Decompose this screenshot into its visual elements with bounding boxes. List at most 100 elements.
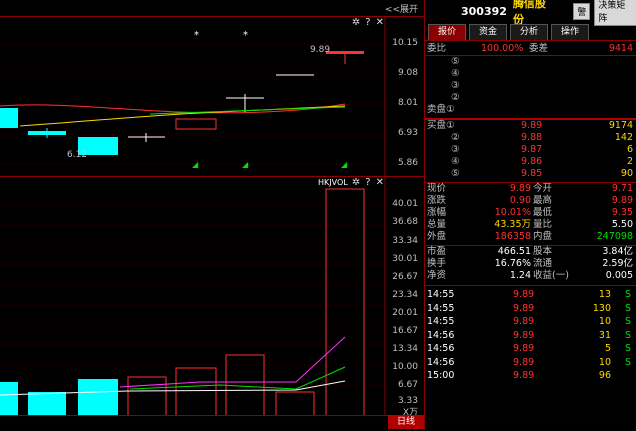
sell-level-label: ② xyxy=(451,92,460,103)
tick-price: 9.89 xyxy=(513,370,535,381)
indicator-name: HKJVOL xyxy=(318,178,348,187)
sell-row[interactable]: ⑤ xyxy=(425,56,636,68)
buy-volume: 6 xyxy=(626,144,633,155)
tick-volume: 130 xyxy=(592,302,611,314)
stock-name: 腾信股份 xyxy=(512,0,546,26)
stat-value: 5.50 xyxy=(611,219,633,230)
candle xyxy=(0,108,18,128)
tick-time: 14:55 xyxy=(427,302,455,314)
stat-label: 收益(一) xyxy=(533,270,569,281)
high-price-label: 9.89 xyxy=(310,45,331,55)
gear-icon[interactable]: ✲ xyxy=(352,177,360,188)
stat-label: 市盈 xyxy=(427,246,447,257)
buy-price: 9.89 xyxy=(521,120,543,131)
close-icon[interactable]: ✕ xyxy=(376,177,384,188)
stat-value: 0.90 xyxy=(509,195,531,206)
tick-flag: S xyxy=(624,329,631,341)
tick-volume: 31 xyxy=(598,329,611,341)
stat-label: 现价 xyxy=(427,183,447,194)
stat-value: 247098 xyxy=(596,231,633,242)
candle xyxy=(326,51,364,54)
tick-row: 14:56 9.89 31 S xyxy=(425,329,636,343)
tick-price: 9.89 xyxy=(513,343,535,354)
alert-button[interactable]: 警 xyxy=(573,2,591,20)
tab-analysis[interactable]: 分析 xyxy=(510,24,549,40)
stock-header: 300392 腾信股份 警 决策矩阵 xyxy=(425,0,636,26)
stat-value: 9.89 xyxy=(509,183,531,194)
tick-row: 14:55 9.89 10 S xyxy=(425,315,636,329)
price-axis-label: 9.08 xyxy=(397,68,418,78)
tick-time: 14:56 xyxy=(427,343,455,354)
quote-panel: 300392 腾信股份 警 决策矩阵 报价 资金 分析 操作 委比 100.00… xyxy=(424,0,636,430)
buy-volume: 142 xyxy=(614,132,633,143)
stat-label: 今开 xyxy=(533,183,553,194)
volume-bar xyxy=(325,188,365,417)
volume-axis-label: 26.67 xyxy=(392,272,418,282)
signal-arrow: ◢ xyxy=(242,160,249,169)
tick-price: 9.89 xyxy=(513,316,535,327)
buy-row[interactable]: ⑤ 9.85 90 xyxy=(425,168,636,180)
tab-funds[interactable]: 资金 xyxy=(469,24,508,40)
sell-row[interactable]: ③ xyxy=(425,80,636,92)
volume-axis-label: 6.67 xyxy=(397,380,418,390)
tab-operate[interactable]: 操作 xyxy=(551,24,590,40)
volume-axis-label: 20.01 xyxy=(392,308,418,318)
tick-price: 9.89 xyxy=(513,302,535,314)
chart-toolbar: <<展开 xyxy=(0,0,424,17)
sell-level-label: ③ xyxy=(451,80,460,91)
stat-value: 0.005 xyxy=(605,270,633,281)
tick-flag: S xyxy=(624,343,631,354)
candle xyxy=(175,118,217,130)
stat-label: 净资 xyxy=(427,270,447,281)
stat-label: 涨跌 xyxy=(427,195,447,206)
price-chart-controls: ✲? ✕ xyxy=(347,17,384,28)
stat-value: 9.71 xyxy=(611,183,633,194)
weicha-value: 9414 xyxy=(608,43,633,54)
price-axis-label: 6.93 xyxy=(397,128,418,138)
price-chart-svg xyxy=(0,16,386,176)
buy-row[interactable]: ② 9.88 142 xyxy=(425,132,636,144)
sell-row[interactable]: ④ xyxy=(425,68,636,80)
expand-button[interactable]: <<展开 xyxy=(385,2,418,15)
sell-row[interactable]: ② xyxy=(425,92,636,104)
volume-bar xyxy=(175,367,217,417)
tick-list[interactable]: 14:55 9.89 13 S 14:55 9.89 130 S 14:55 9.89 10 S … xyxy=(425,286,636,383)
buy-price: 9.88 xyxy=(521,132,543,143)
volume-axis-label: 40.01 xyxy=(392,199,418,209)
decision-matrix-button[interactable]: 决策矩阵 xyxy=(594,0,636,26)
stat-label: 涨幅 xyxy=(427,207,447,218)
volume-chart[interactable]: HKJVOL ✲? ✕ 40.01 36.68 33.34 30.01 26.67… xyxy=(0,176,424,418)
tick-row: 14:56 9.89 10 S xyxy=(425,356,636,370)
help-icon[interactable]: ? xyxy=(365,17,370,28)
buy-row[interactable]: ③ 9.87 6 xyxy=(425,144,636,156)
tick-row: 14:55 9.89 130 S xyxy=(425,302,636,316)
price-axis-label: 8.01 xyxy=(397,98,418,108)
gear-icon[interactable]: ✲ xyxy=(352,17,360,28)
buy-row[interactable]: ④ 9.86 2 xyxy=(425,156,636,168)
price-chart[interactable]: ✲? ✕ * * 9.89 6.12 ◢ ◢ ◢ 10.15 9.08 8.01 … xyxy=(0,16,424,176)
volume-chart-svg xyxy=(0,177,386,417)
daily-tab[interactable]: 日线 xyxy=(388,415,424,429)
stat-label: 量比 xyxy=(533,219,553,230)
volume-axis-label: 16.67 xyxy=(392,326,418,336)
stat-row: 换手 16.76% 流通 2.59亿 xyxy=(425,258,636,270)
tick-row: 14:55 9.89 13 S xyxy=(425,288,636,302)
stat-row: 涨跌 0.90 最高 9.89 xyxy=(425,195,636,207)
buy-volume: 90 xyxy=(620,168,633,179)
stat-value: 186358 xyxy=(494,231,531,242)
sell-level-label: ⑤ xyxy=(451,56,460,67)
stat-value: 43.35万 xyxy=(494,219,531,230)
stat-label: 流通 xyxy=(533,258,553,269)
stat-value: 9.35 xyxy=(611,207,633,218)
buy-row[interactable]: 买盘① 9.89 9174 xyxy=(425,120,636,132)
sell-row[interactable]: 卖盘① xyxy=(425,104,636,116)
stats-block: 现价 9.89 今开 9.71 涨跌 0.90 最高 9.89 涨幅 10.01% 最低 9.35… xyxy=(425,183,636,243)
tab-quote[interactable]: 报价 xyxy=(428,24,467,40)
help-icon[interactable]: ? xyxy=(365,177,370,188)
tick-flag: S xyxy=(624,316,631,327)
stat-row: 现价 9.89 今开 9.71 xyxy=(425,183,636,195)
weicha-label: 委差 xyxy=(529,43,549,54)
close-icon[interactable]: ✕ xyxy=(376,17,384,28)
weibi-label: 委比 xyxy=(427,43,447,54)
stat-value: 1.24 xyxy=(509,270,531,281)
